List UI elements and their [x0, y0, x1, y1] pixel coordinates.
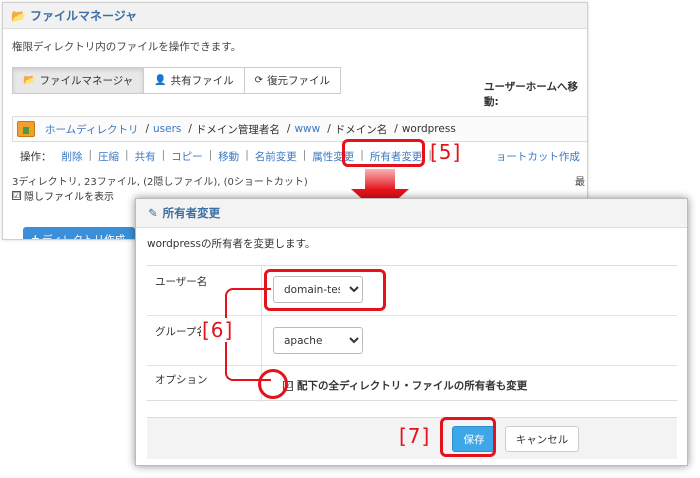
breadcrumb-separator: /	[394, 123, 398, 135]
tab-label: ファイルマネージャ	[39, 75, 134, 87]
tab-file-manager[interactable]: 📂 ファイルマネージャ	[12, 67, 145, 94]
file-manager-tabs: 📂 ファイルマネージャ 👤 共有ファイル ⟳ 復元ファイル	[12, 67, 342, 94]
breadcrumb-wordpress: wordpress	[401, 123, 456, 135]
plus-icon: +	[31, 233, 40, 240]
checkbox-checked-icon[interactable]: ☑	[12, 191, 21, 200]
op-compress[interactable]: 圧縮	[98, 149, 119, 164]
refresh-icon: ⟳	[254, 75, 264, 86]
op-create-shortcut[interactable]: ョートカット作成	[496, 149, 580, 164]
breadcrumb-www[interactable]: www	[294, 123, 320, 135]
op-copy[interactable]: コピー	[171, 149, 203, 164]
step-5-label: [5]	[430, 140, 462, 164]
create-directory-button[interactable]: + ディレクトリ作成	[23, 227, 135, 240]
dialog-header: ✎ 所有者変更	[136, 199, 687, 228]
directory-up-icon[interactable]	[17, 121, 35, 137]
breadcrumb-separator: /	[145, 123, 149, 135]
breadcrumb-separator: /	[286, 123, 291, 135]
edit-icon: ✎	[148, 206, 158, 220]
breadcrumb-separator: /	[188, 123, 192, 135]
op-move[interactable]: 移動	[218, 149, 239, 164]
group-label: グループ名	[155, 326, 207, 338]
arrow-down-icon	[365, 169, 395, 190]
operations-bar: 操作： 削除 | 圧縮 | 共有 | コピー | 移動 | 名前変更 | 属性変更 | 所有者…	[20, 149, 580, 164]
step-6-label: [6]	[201, 318, 235, 342]
step-7-label: [7]	[399, 424, 431, 448]
op-delete[interactable]: 削除	[62, 149, 83, 164]
op-rename[interactable]: 名前変更	[255, 149, 297, 164]
show-hidden-files-label: 隠しファイルを表示	[24, 192, 114, 203]
file-counts: 3ディレクトリ, 23ファイル, (2隠しファイル), (0ショートカット)	[12, 177, 308, 188]
dialog-message: wordpressの所有者を変更します。	[147, 238, 316, 250]
tab-restore-files[interactable]: ⟳ 復元ファイル	[243, 67, 342, 94]
user-label: ユーザー名	[155, 276, 208, 288]
user-home-move-label: ユーザーホームへ移動:	[484, 81, 578, 108]
folder-open-icon: 📂	[23, 75, 36, 86]
truncated-label: 最	[575, 177, 585, 188]
recursive-owner-label: 配下の全ディレクトリ・ファイルの所有者も変更	[297, 380, 528, 392]
tab-label: 復元ファイル	[267, 75, 331, 87]
show-hidden-files-checkbox[interactable]: ☑ 隠しファイルを表示	[12, 188, 114, 203]
breadcrumb: ホームディレクトリ / users / ドメイン管理者名 / www / ドメイ…	[12, 116, 587, 142]
group-select[interactable]: apache	[273, 327, 363, 354]
op-share[interactable]: 共有	[135, 149, 156, 164]
breadcrumb-users[interactable]: users	[153, 123, 181, 135]
breadcrumb-domain-admin[interactable]: ドメイン管理者名	[196, 122, 280, 137]
tab-shared-files[interactable]: 👤 共有ファイル	[143, 67, 245, 94]
highlight-change-owner	[342, 139, 425, 167]
breadcrumb-separator: /	[327, 123, 331, 135]
create-directory-label: ディレクトリ作成	[41, 233, 126, 240]
dialog-title: 所有者変更	[162, 206, 221, 220]
highlight-save-button	[440, 417, 496, 457]
operations-label: 操作：	[20, 151, 52, 163]
breadcrumb-home[interactable]: ホームディレクトリ	[45, 122, 138, 137]
file-manager-description: 権限ディレクトリ内のファイルを操作できます。	[12, 41, 242, 53]
highlight-user-select	[264, 269, 386, 311]
folder-open-icon: 📂	[11, 8, 26, 23]
file-manager-title: ファイルマネージャ	[29, 9, 138, 23]
breadcrumb-domain[interactable]: ドメイン名	[335, 122, 388, 137]
file-manager-titlebar: 📂 ファイルマネージャ	[3, 3, 587, 29]
cancel-button[interactable]: キャンセル	[505, 426, 579, 452]
recursive-owner-checkbox[interactable]: ☑ 配下の全ディレクトリ・ファイルの所有者も変更	[283, 378, 527, 393]
option-label: オプション	[155, 374, 208, 386]
user-icon: 👤	[154, 75, 167, 86]
tab-label: 共有ファイル	[170, 75, 234, 87]
